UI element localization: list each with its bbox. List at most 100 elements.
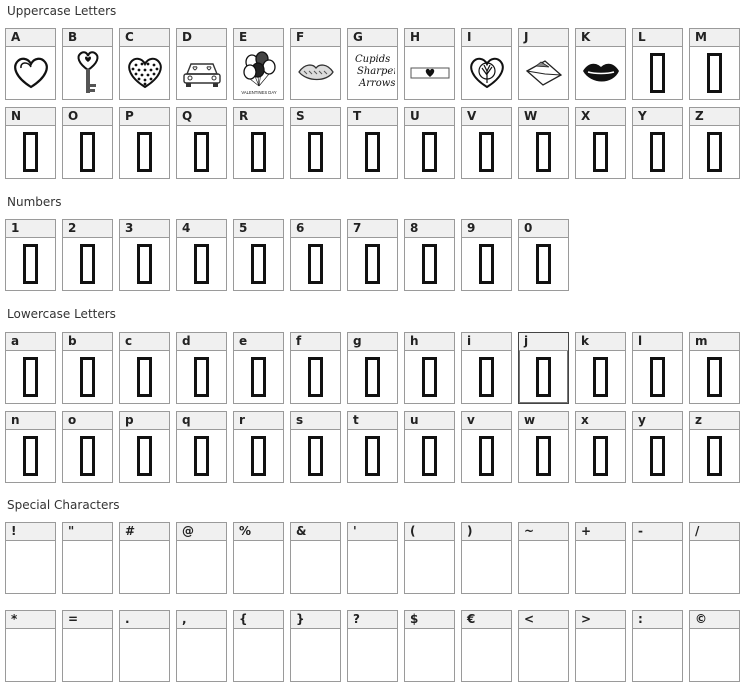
char-cell-special-42[interactable]: * [5,610,56,682]
char-cell-lower-w[interactable]: w [518,411,569,483]
char-cell-upper-N[interactable]: N [5,107,56,179]
char-cell-lower-f[interactable]: f [290,332,341,404]
char-cell-special-43[interactable]: + [575,522,626,594]
char-label: < [519,611,568,629]
char-cell-special-47[interactable]: / [689,522,740,594]
char-cell-special-46[interactable]: . [119,610,170,682]
char-cell-upper-D[interactable]: D [176,28,227,100]
char-cell-special-125[interactable]: } [290,610,341,682]
char-cell-lower-l[interactable]: l [632,332,683,404]
char-cell-upper-A[interactable]: A [5,28,56,100]
empty-glyph [177,629,226,681]
char-cell-num-6[interactable]: 6 [290,219,341,291]
char-cell-lower-q[interactable]: q [176,411,227,483]
char-cell-upper-K[interactable]: K [575,28,626,100]
char-cell-upper-I[interactable]: I [461,28,512,100]
char-cell-lower-c[interactable]: c [119,332,170,404]
char-cell-lower-m[interactable]: m [689,332,740,404]
char-cell-lower-v[interactable]: v [461,411,512,483]
char-cell-upper-Z[interactable]: Z [689,107,740,179]
char-cell-lower-a[interactable]: a [5,332,56,404]
char-cell-lower-y[interactable]: y [632,411,683,483]
char-cell-special-61[interactable]: = [62,610,113,682]
char-cell-lower-j[interactable]: j [518,332,569,404]
char-cell-num-9[interactable]: 9 [461,219,512,291]
empty-glyph [348,629,397,681]
char-cell-special-64[interactable]: @ [176,522,227,594]
char-cell-lower-s[interactable]: s [290,411,341,483]
char-cell-upper-X[interactable]: X [575,107,626,179]
char-cell-lower-k[interactable]: k [575,332,626,404]
kiss-lips-icon [576,47,625,99]
ribbon-heart-icon [405,47,454,99]
char-cell-special-44[interactable]: , [176,610,227,682]
char-cell-special-62[interactable]: > [575,610,626,682]
char-cell-upper-T[interactable]: T [347,107,398,179]
char-cell-upper-P[interactable]: P [119,107,170,179]
char-cell-special-38[interactable]: & [290,522,341,594]
char-cell-lower-i[interactable]: i [461,332,512,404]
char-cell-upper-O[interactable]: O [62,107,113,179]
char-cell-special-39[interactable]: ' [347,522,398,594]
char-cell-special-34[interactable]: " [62,522,113,594]
char-cell-upper-J[interactable]: J [518,28,569,100]
char-cell-upper-B[interactable]: B [62,28,113,100]
char-cell-upper-Q[interactable]: Q [176,107,227,179]
char-cell-lower-x[interactable]: x [575,411,626,483]
char-cell-lower-e[interactable]: e [233,332,284,404]
char-cell-special-126[interactable]: ~ [518,522,569,594]
char-cell-lower-n[interactable]: n [5,411,56,483]
char-cell-lower-t[interactable]: t [347,411,398,483]
char-cell-lower-z[interactable]: z [689,411,740,483]
char-cell-lower-o[interactable]: o [62,411,113,483]
char-cell-special-8364[interactable]: € [461,610,512,682]
char-cell-num-4[interactable]: 4 [176,219,227,291]
char-cell-upper-W[interactable]: W [518,107,569,179]
char-cell-special-58[interactable]: : [632,610,683,682]
char-cell-lower-d[interactable]: d [176,332,227,404]
char-label: a [6,333,55,351]
char-cell-special-36[interactable]: $ [404,610,455,682]
char-cell-special-40[interactable]: ( [404,522,455,594]
char-cell-lower-b[interactable]: b [62,332,113,404]
char-cell-special-169[interactable]: © [689,610,740,682]
char-cell-special-123[interactable]: { [233,610,284,682]
char-cell-upper-F[interactable]: F [290,28,341,100]
char-cell-upper-M[interactable]: M [689,28,740,100]
char-cell-num-1[interactable]: 1 [5,219,56,291]
char-cell-special-33[interactable]: ! [5,522,56,594]
char-cell-upper-C[interactable]: C [119,28,170,100]
char-cell-special-63[interactable]: ? [347,610,398,682]
char-cell-upper-G[interactable]: GCupidsSharpeningArrows [347,28,398,100]
char-cell-upper-V[interactable]: V [461,107,512,179]
char-cell-lower-u[interactable]: u [404,411,455,483]
char-cell-num-8[interactable]: 8 [404,219,455,291]
missing-glyph-icon [348,126,397,178]
char-cell-num-3[interactable]: 3 [119,219,170,291]
char-cell-upper-Y[interactable]: Y [632,107,683,179]
char-label: : [633,611,682,629]
char-cell-special-45[interactable]: - [632,522,683,594]
char-cell-upper-R[interactable]: R [233,107,284,179]
char-cell-num-0[interactable]: 0 [518,219,569,291]
char-label: Y [633,108,682,126]
char-cell-upper-E[interactable]: E VALENTINES DAY [233,28,284,100]
char-cell-upper-U[interactable]: U [404,107,455,179]
char-cell-lower-g[interactable]: g [347,332,398,404]
char-cell-num-2[interactable]: 2 [62,219,113,291]
char-cell-upper-H[interactable]: H [404,28,455,100]
char-label: J [519,29,568,47]
char-cell-num-5[interactable]: 5 [233,219,284,291]
char-cell-upper-S[interactable]: S [290,107,341,179]
char-label: / [690,523,739,541]
char-cell-special-60[interactable]: < [518,610,569,682]
char-cell-special-41[interactable]: ) [461,522,512,594]
char-cell-lower-p[interactable]: p [119,411,170,483]
char-cell-upper-L[interactable]: L [632,28,683,100]
char-cell-special-37[interactable]: % [233,522,284,594]
char-cell-special-35[interactable]: # [119,522,170,594]
char-cell-num-7[interactable]: 7 [347,219,398,291]
char-cell-lower-r[interactable]: r [233,411,284,483]
empty-glyph [6,629,55,681]
char-cell-lower-h[interactable]: h [404,332,455,404]
